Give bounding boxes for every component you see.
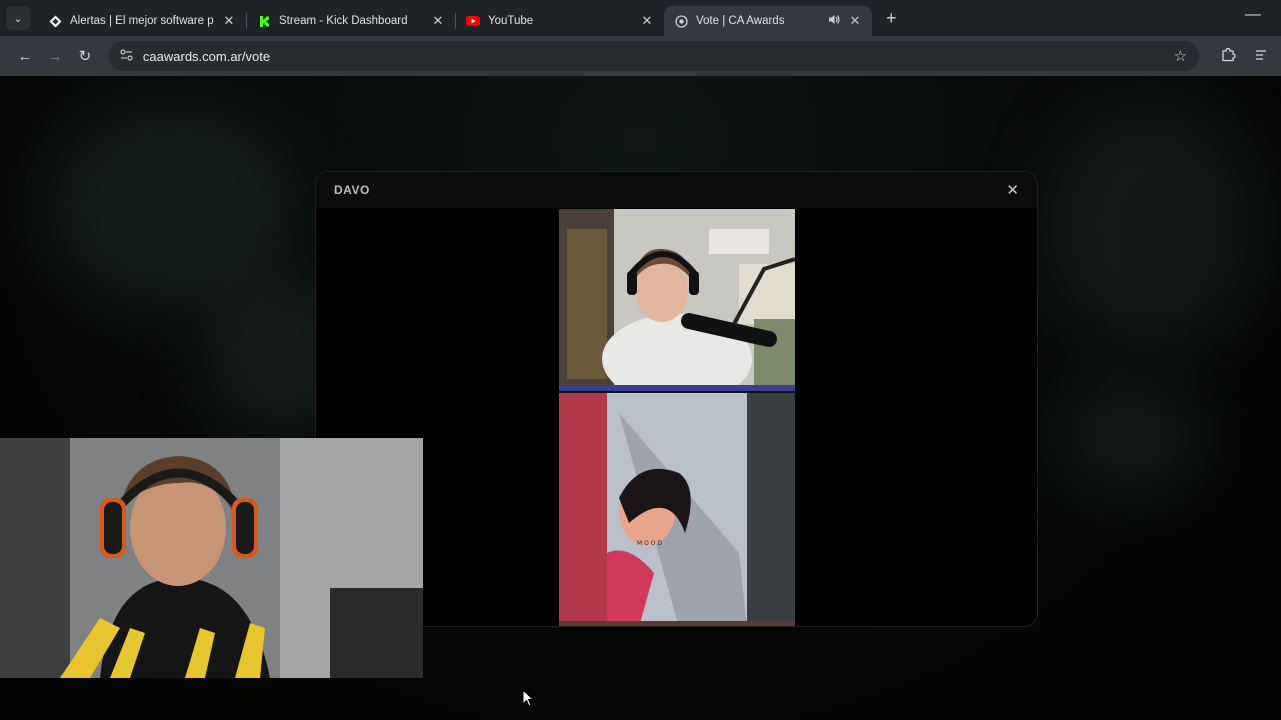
url-text: caawards.com.ar/vote: [142, 48, 271, 64]
mouse-cursor-icon: [522, 689, 535, 707]
tab-kick-dashboard[interactable]: Stream - Kick Dashboard ✕: [247, 6, 455, 36]
reload-icon: ↻: [78, 48, 92, 65]
side-panel-icon: [1255, 49, 1267, 64]
new-tab-button[interactable]: +: [886, 8, 897, 29]
arrow-right-icon: →: [47, 47, 63, 65]
close-icon[interactable]: ✕: [1006, 181, 1019, 199]
tab-search-button[interactable]: ⌄: [6, 6, 30, 30]
award-icon: [674, 14, 688, 28]
reload-button[interactable]: ↻: [70, 41, 100, 71]
video-frame-streamer: [559, 209, 795, 404]
video-player[interactable]: M O O D: [559, 209, 795, 626]
video-frame-clip: M O O D: [559, 393, 795, 626]
tab-title: YouTube: [488, 15, 534, 27]
kick-icon: [257, 14, 271, 28]
tab-title: Vote | CA Awards: [696, 15, 785, 27]
arrow-left-icon: ←: [17, 47, 33, 65]
clip-scene: M O O D: [559, 393, 795, 626]
close-icon[interactable]: ✕: [431, 13, 445, 29]
browser-tab-bar: ⌄ Alertas | El mejor software para ✕ Str…: [0, 0, 1281, 36]
star-icon[interactable]: ☆: [1174, 47, 1187, 65]
puzzle-icon: [1221, 47, 1236, 65]
diamond-icon: [48, 14, 62, 28]
tab-title: Stream - Kick Dashboard: [279, 15, 408, 27]
webcam-overlay: [0, 438, 423, 678]
minimize-button[interactable]: —: [1245, 6, 1261, 24]
site-settings-icon[interactable]: [120, 48, 133, 64]
webcam-scene: [0, 438, 423, 678]
background-blur: [1060, 376, 1200, 496]
clip-overlay-text: M O O D: [637, 540, 662, 547]
close-icon[interactable]: ✕: [222, 13, 236, 29]
tab-ca-awards[interactable]: Vote | CA Awards ✕: [664, 6, 872, 36]
forward-button[interactable]: →: [40, 41, 70, 71]
speaker-icon[interactable]: [828, 14, 840, 28]
close-icon[interactable]: ✕: [640, 13, 654, 29]
tab-title: Alertas | El mejor software para: [70, 15, 214, 27]
chevron-down-icon: ⌄: [13, 12, 23, 25]
tab-youtube[interactable]: YouTube ✕: [456, 6, 664, 36]
youtube-icon: [466, 14, 480, 28]
extensions-button[interactable]: [1213, 41, 1243, 71]
modal-header: DAVO ✕: [316, 172, 1037, 208]
streamer-scene: [559, 209, 795, 404]
address-bar[interactable]: caawards.com.ar/vote ☆: [107, 41, 1200, 71]
video-modal: DAVO ✕ M O O D: [315, 171, 1038, 627]
browser-toolbar: ← → ↻ caawards.com.ar/vote ☆: [0, 36, 1281, 76]
back-button[interactable]: ←: [10, 41, 40, 71]
page-content: DAVO ✕ M O O D: [0, 76, 1281, 720]
close-icon[interactable]: ✕: [848, 13, 862, 29]
modal-title: DAVO: [334, 183, 370, 197]
background-blur: [1040, 96, 1260, 356]
side-panel-button[interactable]: [1251, 41, 1271, 71]
tab-alertas[interactable]: Alertas | El mejor software para ✕: [38, 6, 246, 36]
